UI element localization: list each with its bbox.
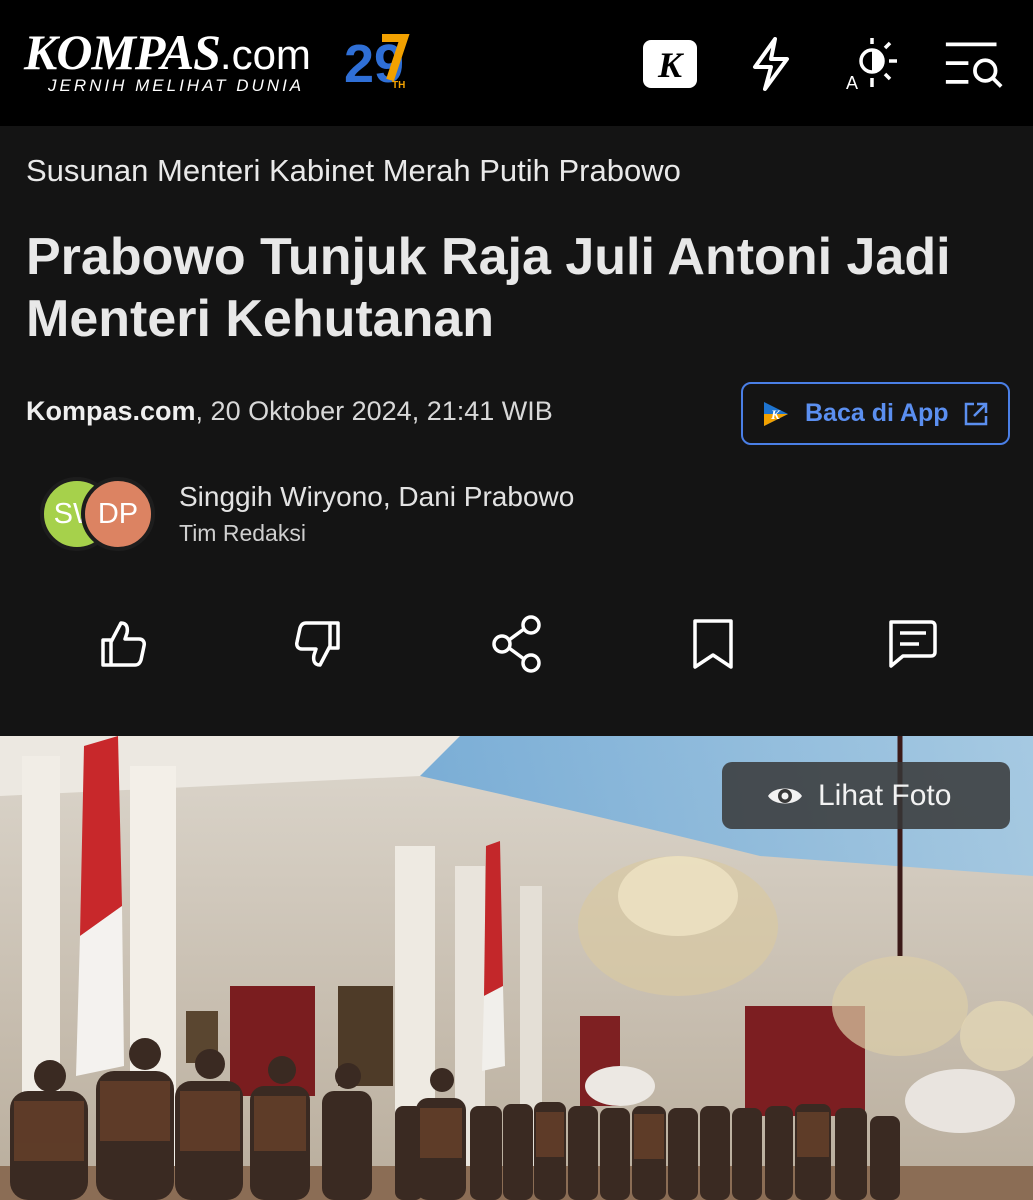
flash-icon[interactable] (741, 36, 801, 92)
kompas-logo[interactable]: KOMPAS.com JERNIH MELIHAT DUNIA 29 TH (24, 26, 414, 98)
svg-text:K: K (657, 45, 685, 85)
author-team: Tim Redaksi (179, 520, 306, 546)
top-navigation-bar: KOMPAS.com JERNIH MELIHAT DUNIA 29 TH K … (0, 0, 1033, 126)
svg-text:TH: TH (392, 80, 405, 91)
comment-icon (889, 620, 937, 668)
author-avatar-dp[interactable]: DP (81, 477, 155, 551)
logo-tagline: JERNIH MELIHAT DUNIA (48, 76, 305, 95)
view-photo-label: Lihat Foto (818, 778, 952, 812)
article-byline: Kompas.com, 20 Oktober 2024, 21:41 WIB (26, 396, 553, 427)
menu-search-icon[interactable] (944, 36, 1004, 92)
share-button[interactable] (487, 614, 547, 674)
read-in-app-button[interactable]: K Baca di App (741, 382, 1010, 445)
like-button[interactable] (92, 614, 152, 674)
dislike-button[interactable] (289, 614, 349, 674)
kompas-app-icon: K (764, 401, 788, 426)
article-headline: Prabowo Tunjuk Raja Juli Antoni Jadi Men… (26, 228, 951, 348)
external-link-icon (964, 402, 987, 425)
author-names[interactable]: Singgih Wiryono, Dani Prabowo (179, 481, 574, 513)
anniversary-29-logo: 29 TH (344, 34, 410, 92)
comment-button[interactable] (881, 614, 941, 674)
dislike-icon (295, 621, 340, 667)
svg-text:A: A (846, 73, 858, 93)
brightness-icon[interactable]: A (842, 36, 902, 93)
eye-icon (768, 788, 802, 803)
read-in-app-label: Baca di App (805, 399, 949, 427)
share-icon (492, 615, 541, 673)
kompas-k-icon[interactable]: K (640, 36, 700, 92)
bookmark-button[interactable] (683, 614, 743, 674)
logo-wordmark: KOMPAS.com (24, 24, 311, 80)
like-icon (101, 621, 146, 667)
svg-text:K: K (770, 407, 781, 422)
view-photo-button[interactable]: Lihat Foto (722, 762, 1010, 829)
bookmark-icon (693, 619, 733, 669)
article-kicker[interactable]: Susunan Menteri Kabinet Merah Putih Prab… (26, 153, 681, 189)
source-name: Kompas.com (26, 396, 196, 426)
publish-datetime: , 20 Oktober 2024, 21:41 WIB (195, 396, 553, 426)
